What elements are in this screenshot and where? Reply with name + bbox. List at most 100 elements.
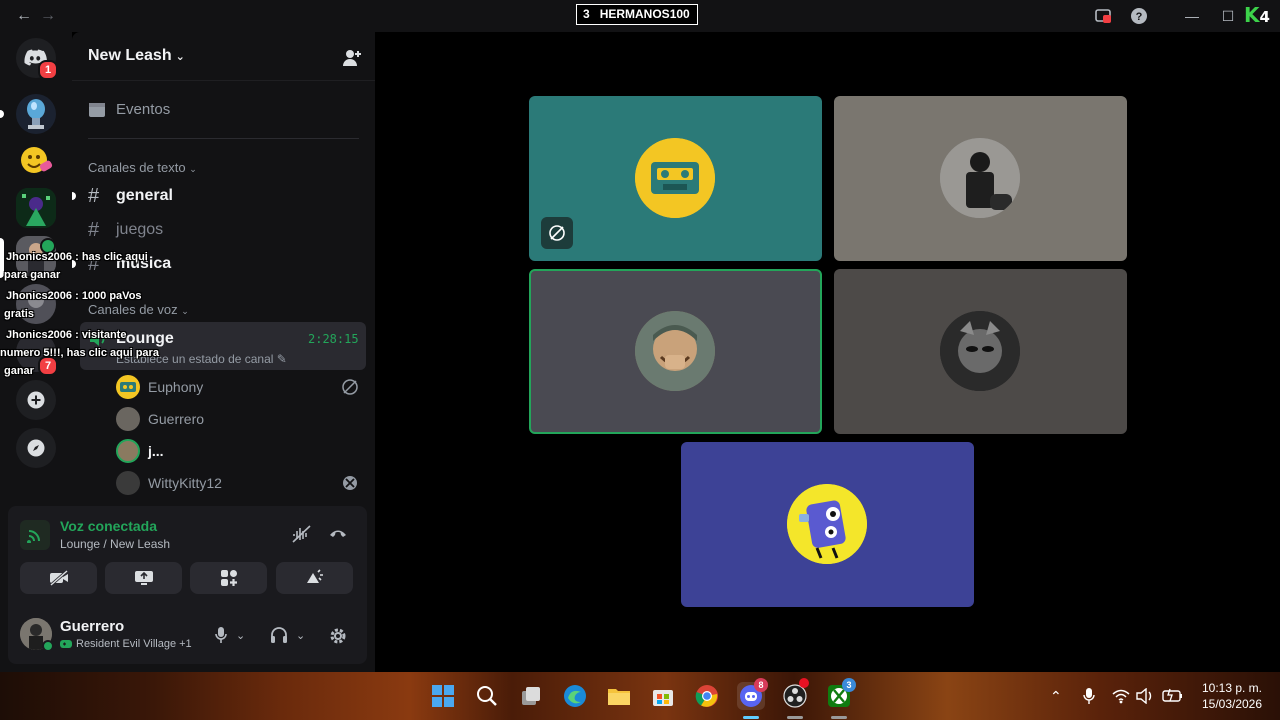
voice-user-name: j... — [148, 443, 164, 459]
discord-badge: 8 — [754, 678, 768, 692]
soundboard-button[interactable] — [276, 562, 353, 594]
avatar — [116, 471, 140, 495]
text-category[interactable]: Canales de texto ⌄ — [88, 160, 197, 175]
invite-icon[interactable] — [342, 49, 362, 67]
battery-icon[interactable] — [1162, 688, 1184, 702]
channel-name: juegos — [116, 221, 164, 238]
overlay-chat-line: numero 5!!!, has clic aqui para — [0, 347, 159, 359]
k-logo-sup: 4 — [1259, 8, 1270, 26]
svg-text:?: ? — [1136, 11, 1143, 23]
participant-tile-guerrero[interactable] — [834, 96, 1127, 261]
user-panel: Guerrero Resident Evil Village +1 ⌄ ⌄ — [8, 606, 367, 664]
camera-off-icon — [49, 570, 68, 586]
voice-user[interactable]: Guerrero — [116, 405, 204, 433]
server-icon-game[interactable] — [16, 188, 56, 228]
running-app-indicator — [831, 716, 847, 719]
k-logo: K4 — [1244, 3, 1270, 27]
events-row[interactable]: Eventos — [88, 100, 170, 118]
task-view-icon[interactable] — [517, 682, 545, 710]
voice-category-label: Canales de voz — [88, 302, 178, 317]
events-label: Eventos — [116, 100, 171, 118]
camera-button[interactable] — [20, 562, 97, 594]
file-explorer-icon[interactable] — [605, 682, 633, 710]
participant-tile-euphony[interactable] — [529, 96, 822, 261]
chevron-down-icon[interactable]: ⌄ — [236, 629, 245, 642]
disconnect-icon[interactable] — [328, 527, 348, 539]
overlay-chat-line: Jhonics2006 : has clic aqui — [6, 251, 148, 263]
taskbar-clock[interactable]: 10:13 p. m. 15/03/2026 — [1196, 680, 1268, 712]
discord-taskbar-icon[interactable]: 8 — [737, 678, 768, 710]
obs-icon[interactable] — [781, 678, 809, 710]
minimize-button[interactable]: — — [1180, 4, 1204, 28]
voice-category[interactable]: Canales de voz ⌄ — [88, 302, 189, 317]
voice-stage — [375, 32, 1280, 672]
compass-icon — [27, 439, 45, 457]
participant-tile-bot[interactable] — [681, 442, 974, 607]
hash-icon: # — [88, 184, 100, 207]
noise-suppression-icon[interactable] — [292, 525, 312, 543]
voice-location[interactable]: Lounge / New Leash — [60, 537, 170, 551]
chevron-down-icon[interactable]: ⌄ — [296, 629, 305, 642]
divider — [88, 138, 359, 139]
voice-user[interactable]: Euphony — [116, 373, 203, 401]
xbox-app-icon[interactable]: 3 — [825, 678, 856, 710]
chrome-icon[interactable] — [693, 682, 721, 710]
server-header[interactable]: New Leash ⌄ — [72, 32, 375, 81]
activities-button[interactable] — [190, 562, 267, 594]
home-mentions-badge: 1 — [38, 60, 58, 80]
wifi-icon[interactable] — [1112, 688, 1130, 704]
participant-tile-speaking[interactable] — [529, 269, 822, 434]
chevron-up-icon[interactable]: ⌃ — [1050, 688, 1062, 705]
channel-name: general — [116, 187, 173, 204]
store-icon[interactable] — [649, 682, 677, 710]
discover-button[interactable] — [16, 428, 56, 468]
windows-taskbar: 8 3 ⌃ 10:13 p. m. 15/03/2026 — [0, 672, 1280, 720]
windows-start-icon[interactable] — [429, 682, 457, 710]
search-icon[interactable] — [473, 682, 501, 710]
server-name[interactable]: New Leash ⌄ — [88, 47, 185, 65]
microphone-tray-icon[interactable] — [1082, 687, 1096, 705]
server-icon-emoji[interactable] — [16, 140, 56, 180]
help-icon[interactable]: ? — [1130, 7, 1148, 25]
maximize-button[interactable]: ☐ — [1216, 4, 1240, 28]
mute-button[interactable]: ⌄ — [214, 626, 245, 644]
voice-user[interactable]: WittyKitty12 — [116, 469, 222, 497]
avatar — [116, 407, 140, 431]
headphones-icon — [271, 627, 287, 643]
voice-timer: 2:28:15 — [308, 332, 359, 346]
screen-share-icon — [134, 571, 153, 585]
unread-dot — [72, 192, 76, 200]
camera-off-icon — [342, 379, 358, 395]
edge-browser-icon[interactable] — [561, 682, 589, 710]
participant-tile-wittykitty[interactable] — [834, 269, 1127, 434]
server-icon-trophy[interactable] — [16, 94, 56, 134]
home-button[interactable]: 1 — [16, 38, 58, 80]
settings-icon[interactable] — [328, 626, 348, 646]
overlay-chat-line: Jhonics2006 : 1000 paVos — [6, 290, 142, 302]
forward-arrow-icon[interactable]: → — [38, 6, 58, 26]
avatar — [116, 439, 140, 463]
activity-text: Resident Evil Village +1 — [76, 638, 192, 650]
voice-user-name: Euphony — [148, 379, 204, 395]
channel-general[interactable]: # general — [80, 180, 366, 212]
channel-juegos[interactable]: # juegos — [80, 214, 366, 246]
voice-user[interactable]: j... — [116, 437, 164, 465]
add-server-button[interactable] — [16, 380, 56, 420]
stream-name: HERMANOS100 — [599, 7, 690, 21]
running-app-indicator — [787, 716, 803, 719]
k-logo-letter: K — [1244, 3, 1260, 27]
hash-icon: # — [88, 218, 100, 241]
active-app-indicator — [743, 716, 759, 719]
online-status-dot — [42, 640, 54, 652]
microphone-icon — [215, 627, 227, 643]
calendar-icon — [89, 103, 105, 117]
inbox-icon[interactable] — [1094, 7, 1112, 25]
volume-icon[interactable] — [1136, 688, 1154, 704]
signal-icon[interactable] — [20, 520, 50, 550]
avatar — [635, 311, 715, 391]
deafen-button[interactable]: ⌄ — [270, 626, 305, 644]
back-arrow-icon[interactable]: ← — [14, 6, 34, 26]
screen-share-button[interactable] — [105, 562, 182, 594]
voice-user-name: WittyKitty12 — [148, 475, 222, 491]
voice-status[interactable]: Voz conectada — [60, 518, 157, 534]
